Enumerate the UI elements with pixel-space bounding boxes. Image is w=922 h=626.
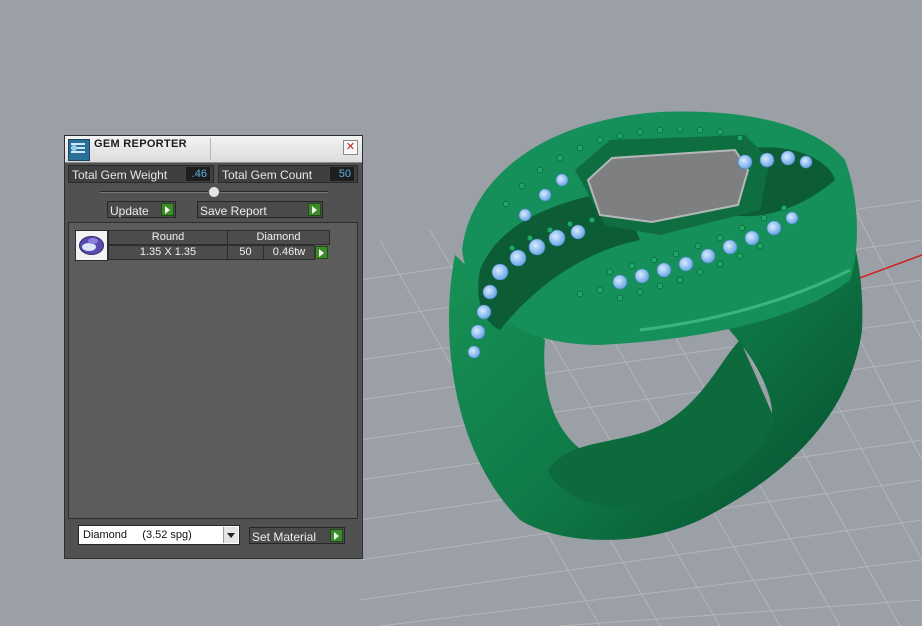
title-divider (210, 138, 211, 160)
close-icon[interactable]: ✕ (343, 140, 358, 155)
total-gem-count-value: 50 (330, 167, 354, 181)
material-select[interactable]: Diamond (3.52 spg) (78, 525, 240, 545)
gem-reporter-panel: GEM REPORTER ✕ Total Gem Weight .46 Tota… (64, 135, 363, 559)
set-material-button[interactable]: Set Material (249, 527, 345, 544)
gem-list[interactable]: Round Diamond 1.35 X 1.35 50 0.46tw (68, 222, 358, 519)
gem-weight-cell: 0.46tw (263, 245, 315, 260)
save-report-button[interactable]: Save Report (197, 201, 323, 218)
chevron-down-icon[interactable] (223, 527, 238, 543)
panel-titlebar[interactable]: GEM REPORTER ✕ (65, 136, 362, 163)
set-material-label: Set Material (252, 530, 317, 544)
play-arrow-icon (161, 203, 174, 216)
update-label: Update (110, 204, 149, 218)
total-gem-weight-value: .46 (186, 167, 210, 181)
play-arrow-icon (330, 529, 343, 542)
total-gem-count-field: Total Gem Count 50 (218, 165, 358, 183)
round-gem-icon (75, 230, 108, 261)
gem-row-go-icon[interactable] (315, 246, 328, 259)
save-report-label: Save Report (200, 204, 267, 218)
material-select-value: Diamond (3.52 spg) (83, 529, 192, 541)
panel-splitter-handle[interactable] (208, 186, 220, 198)
total-gem-count-label: Total Gem Count (222, 168, 313, 182)
total-gem-weight-field: Total Gem Weight .46 (68, 165, 214, 183)
gem-size-cell: 1.35 X 1.35 (108, 245, 228, 260)
total-gem-weight-label: Total Gem Weight (72, 168, 168, 182)
gem-count-cell: 50 (227, 245, 264, 260)
update-button[interactable]: Update (107, 201, 176, 218)
gem-reporter-icon (68, 139, 90, 161)
gem-shape-cell: Round (108, 230, 228, 245)
play-arrow-icon (308, 203, 321, 216)
gem-material-cell: Diamond (227, 230, 330, 245)
panel-title: GEM REPORTER (94, 138, 187, 150)
